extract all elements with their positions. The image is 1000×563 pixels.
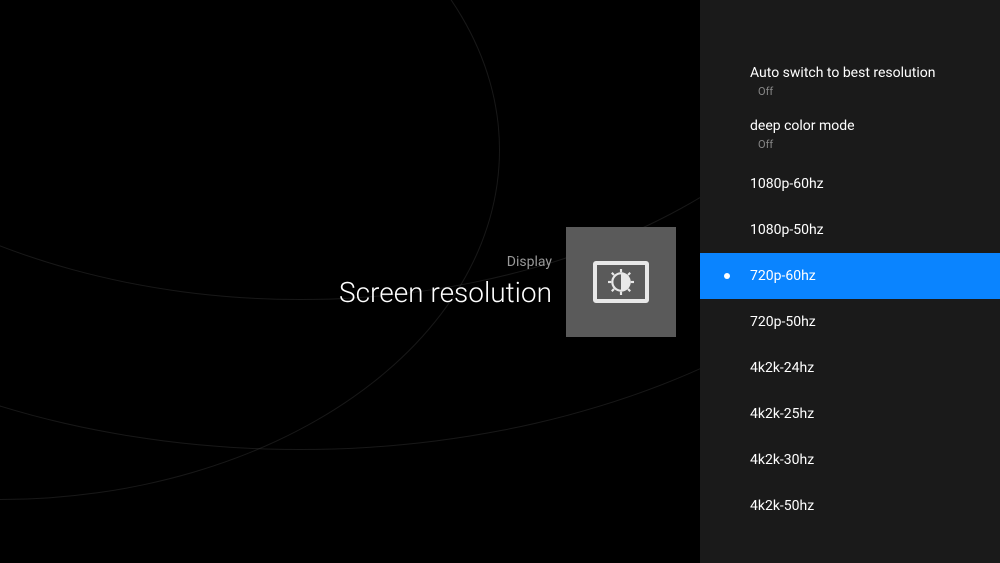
resolution-option-720p-50hz[interactable]: 720p-50hz: [700, 299, 1000, 345]
category-label: Display: [339, 254, 552, 270]
resolution-label: 4k2k-30hz: [750, 452, 976, 468]
setting-label: deep color mode: [750, 118, 976, 134]
deep-color-toggle[interactable]: deep color mode Off: [700, 108, 1000, 161]
left-header-area: Display Screen resolution: [0, 0, 688, 563]
setting-label: Auto switch to best resolution: [750, 65, 976, 81]
resolution-label: 1080p-60hz: [750, 176, 976, 192]
resolution-option-720p-60hz[interactable]: 720p-60hz: [700, 253, 1000, 299]
display-brightness-icon: [593, 261, 649, 303]
resolution-label: 4k2k-25hz: [750, 406, 976, 422]
setting-value: Off: [758, 138, 976, 151]
resolution-label: 720p-60hz: [750, 268, 976, 284]
settings-panel: Auto switch to best resolution Off deep …: [700, 0, 1000, 563]
resolution-option-4k2k-25hz[interactable]: 4k2k-25hz: [700, 391, 1000, 437]
resolution-label: 4k2k-24hz: [750, 360, 976, 376]
resolution-option-4k2k-24hz[interactable]: 4k2k-24hz: [700, 345, 1000, 391]
auto-switch-toggle[interactable]: Auto switch to best resolution Off: [700, 55, 1000, 108]
resolution-label: 1080p-50hz: [750, 222, 976, 238]
display-icon-tile: [566, 227, 676, 337]
page-title: Screen resolution: [339, 276, 552, 309]
radio-selected-icon: [724, 273, 730, 279]
header-block: Display Screen resolution: [339, 227, 676, 337]
resolution-option-4k2k-50hz[interactable]: 4k2k-50hz: [700, 483, 1000, 529]
setting-value: Off: [758, 85, 976, 98]
resolution-option-1080p-50hz[interactable]: 1080p-50hz: [700, 207, 1000, 253]
resolution-option-4k2k-30hz[interactable]: 4k2k-30hz: [700, 437, 1000, 483]
resolution-option-1080p-60hz[interactable]: 1080p-60hz: [700, 161, 1000, 207]
resolution-label: 720p-50hz: [750, 314, 976, 330]
resolution-label: 4k2k-50hz: [750, 498, 976, 514]
